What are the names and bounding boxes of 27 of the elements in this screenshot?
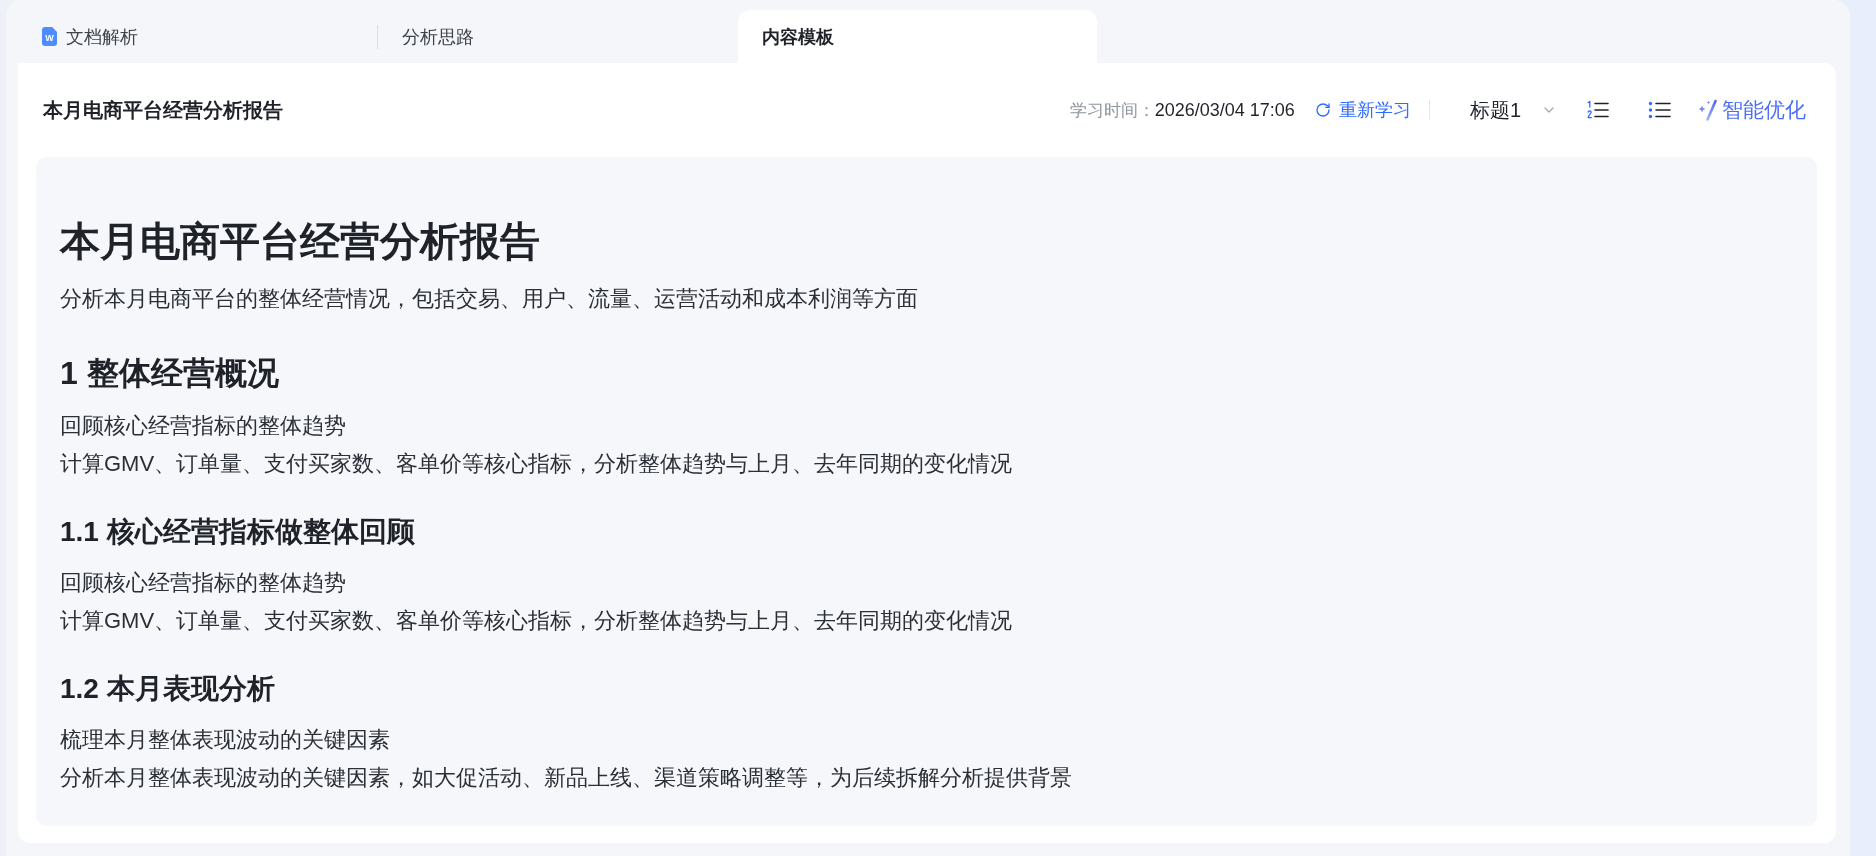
section-heading: 1.2 本月表现分析 (60, 672, 275, 706)
ordered-list-icon (1586, 100, 1609, 120)
paragraph: 计算GMV、订单量、支付买家数、客单价等核心指标，分析整体趋势与上月、去年同期的变化情况 (60, 607, 1013, 635)
tab[interactable]: 内容模板 (738, 10, 1097, 63)
learn-time-value: 2026/03/04 17:06 (1154, 99, 1295, 121)
ordered-list-button[interactable] (1586, 100, 1609, 120)
section-heading: 1.1 核心经营指标做整体回顾 (60, 515, 415, 549)
paragraph: 回顾核心经营指标的整体趋势 (60, 569, 346, 597)
paragraph: 分析本月整体表现波动的关键因素，如大促活动、新品上线、渠道策略调整等，为后续拆解分析提供背景 (60, 764, 1072, 792)
report-title: 本月电商平台经营分析报告 (43, 97, 283, 123)
paragraph: 梳理本月整体表现波动的关键因素 (60, 726, 390, 754)
document-icon: W (42, 27, 57, 46)
tab[interactable]: 分析思路 (378, 10, 737, 63)
relearn-button[interactable]: 重新学习 (1314, 98, 1411, 122)
heading-style-select[interactable]: 标题1 (1469, 96, 1557, 124)
smart-optimize-button[interactable]: 智能优化 (1697, 96, 1806, 124)
paragraph: 回顾核心经营指标的整体趋势 (60, 412, 346, 440)
document-title: 本月电商平台经营分析报告 (60, 218, 540, 265)
refresh-icon (1314, 102, 1331, 118)
tab[interactable]: W 文档解析 (18, 10, 377, 63)
document-summary: 分析本月电商平台的整体经营情况，包括交易、用户、流量、运营活动和成本利润等方面 (60, 285, 918, 313)
paragraph: 计算GMV、订单量、支付买家数、客单价等核心指标，分析整体趋势与上月、去年同期的变化情况 (60, 450, 1013, 478)
bullet-list-icon (1648, 100, 1671, 120)
bullet-list-button[interactable] (1648, 100, 1671, 120)
learn-time-label: 学习时间： (1069, 99, 1155, 122)
magic-wand-icon (1697, 99, 1719, 121)
section-heading: 1 整体经营概况 (60, 354, 279, 393)
